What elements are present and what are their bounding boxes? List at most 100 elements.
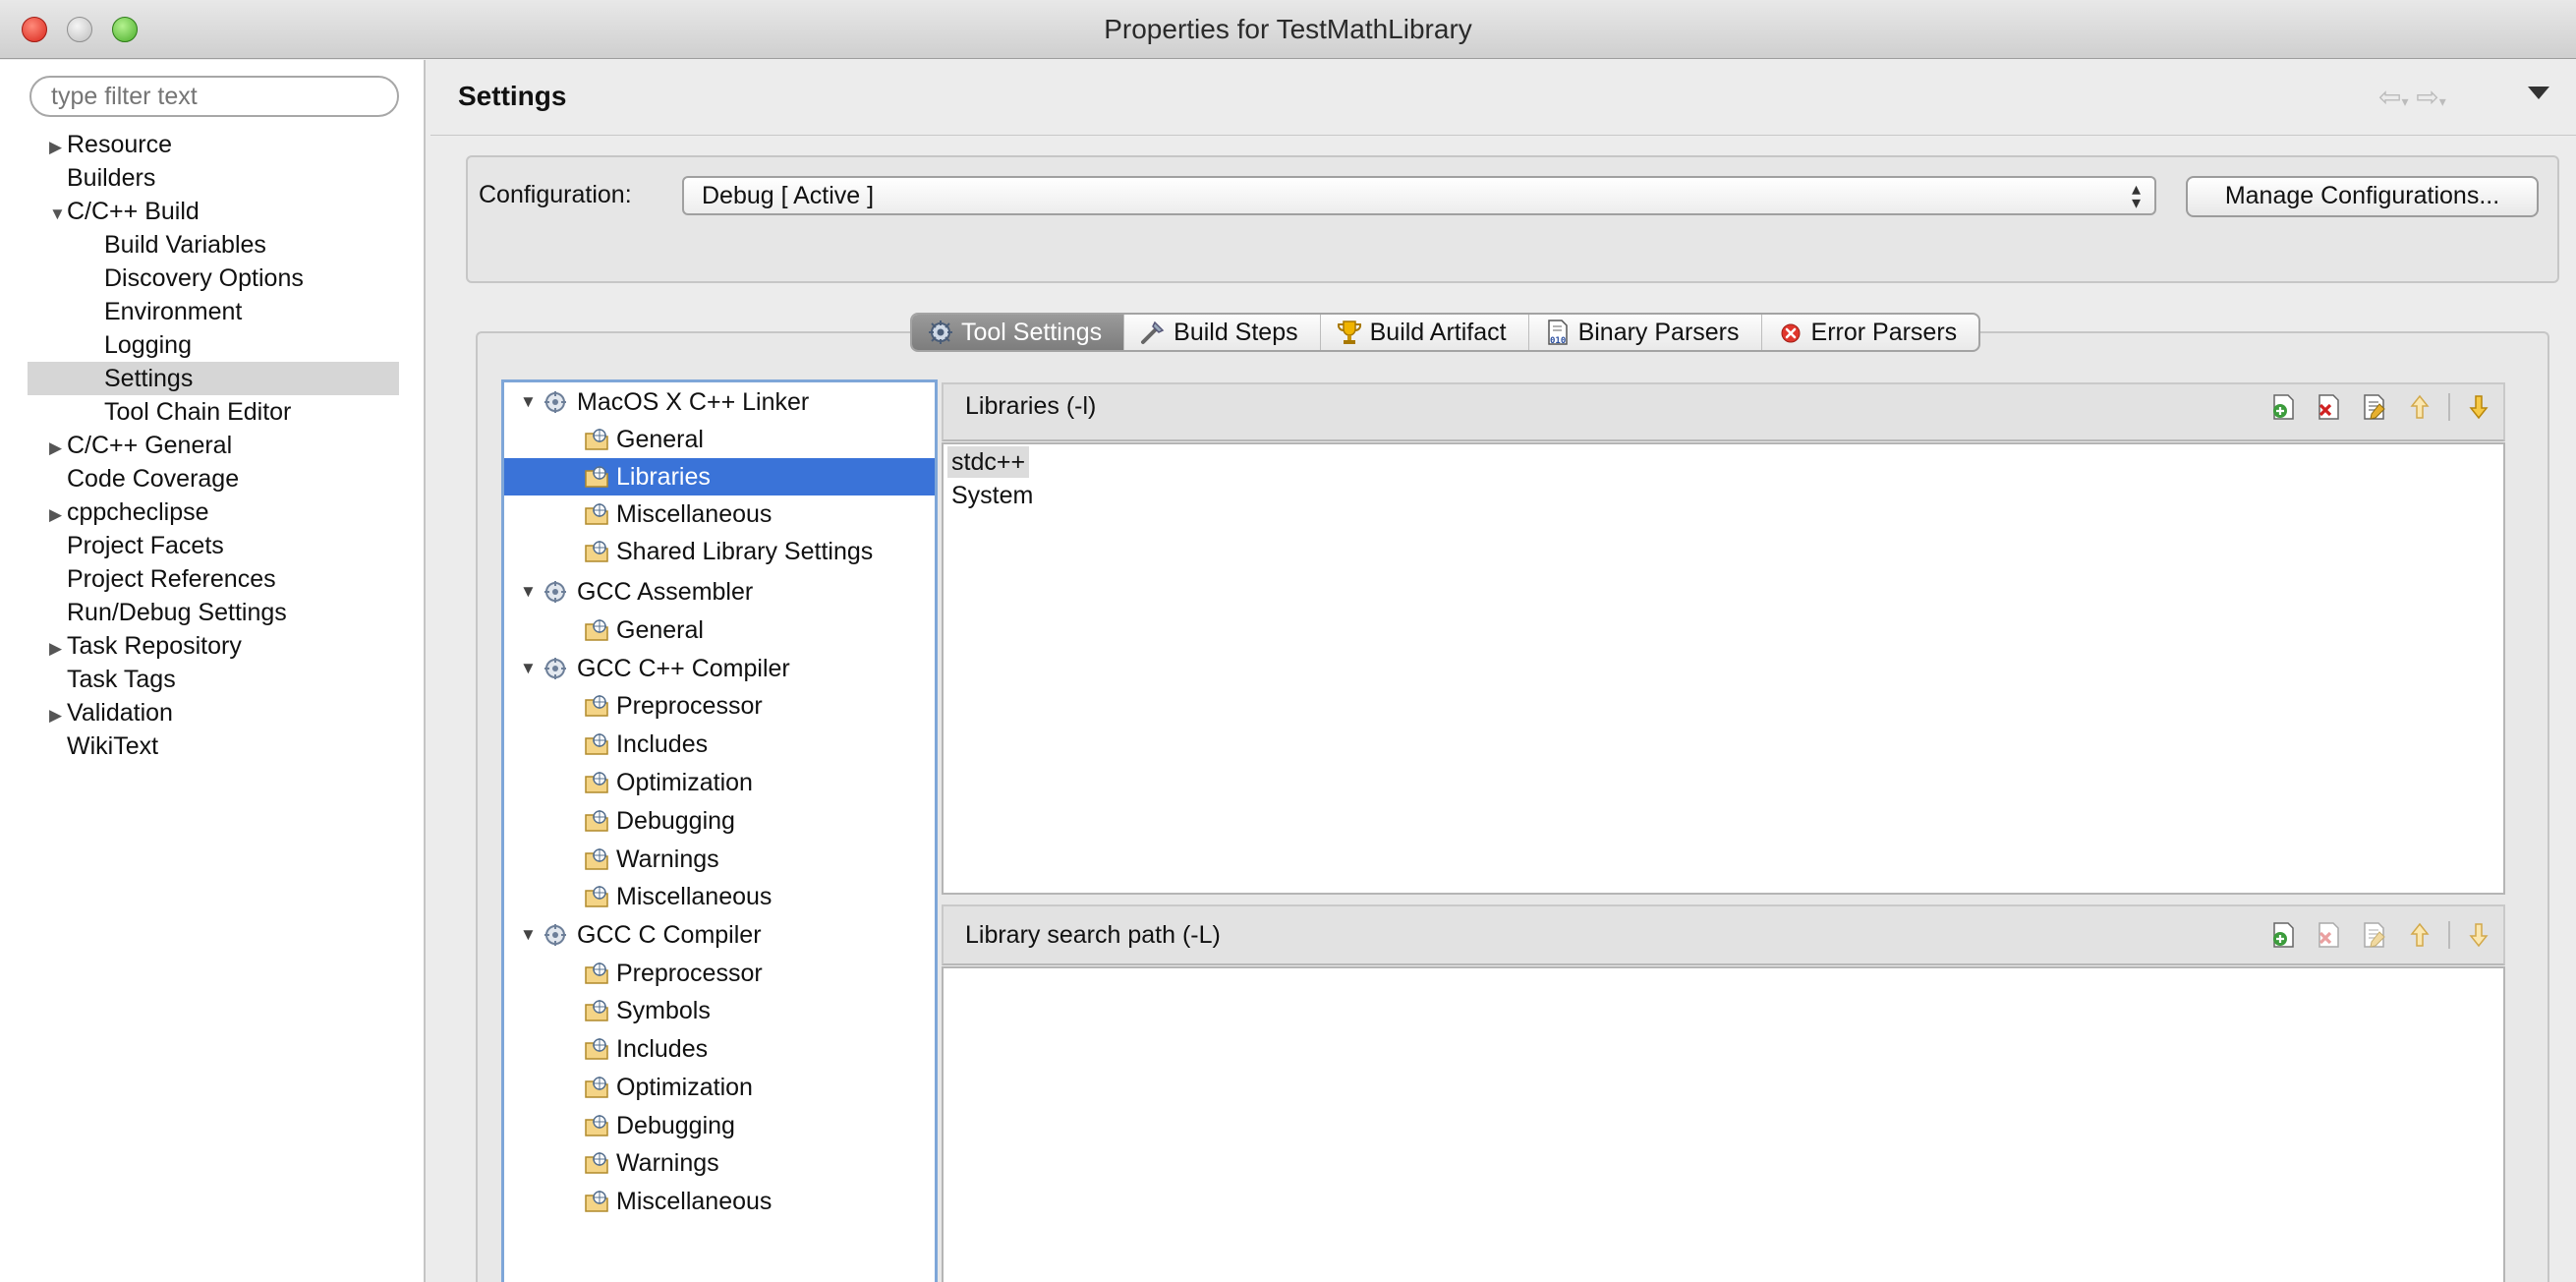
tree-node-assembler-general[interactable]: General [504,612,935,649]
trophy-icon [1335,318,1364,347]
nav-item-builders[interactable]: Builders [67,161,155,195]
expand-arrow-icon[interactable]: ▶ [49,432,67,465]
collapse-arrow-icon[interactable]: ▼ [520,650,537,687]
collapse-arrow-icon[interactable]: ▼ [520,916,537,954]
nav-item-code-coverage[interactable]: Code Coverage [67,462,239,495]
tree-node-macos-linker[interactable]: ▼ MacOS X C++ Linker [504,383,935,421]
nav-item-settings[interactable]: Settings [28,362,399,395]
tree-node-c-symbols[interactable]: Symbols [504,992,935,1029]
option-page-icon [585,733,608,755]
tree-node-gcc-assembler[interactable]: ▼ GCC Assembler [504,573,935,611]
tree-node-cpp-preprocessor[interactable]: Preprocessor [504,687,935,725]
svg-text:010: 010 [1550,336,1566,346]
nav-item-task-repository[interactable]: ▶ Task Repository [49,629,242,663]
delete-icon[interactable] [2313,390,2346,424]
window-title-bar: Properties for TestMathLibrary [0,0,2576,59]
tree-node-cpp-includes[interactable]: Includes [504,726,935,763]
configuration-label: Configuration: [479,181,632,208]
forward-arrow-icon[interactable]: ⇨ [2416,82,2438,112]
tab-binary-parsers[interactable]: 010 Binary Parsers [1529,315,1762,350]
expand-arrow-icon[interactable]: ▶ [49,131,67,164]
configuration-select[interactable]: Debug [ Active ] ▴ ▾ [682,176,2156,215]
edit-icon[interactable] [2358,390,2391,424]
collapse-arrow-icon[interactable]: ▼ [520,383,537,421]
list-item[interactable]: stdc++ [947,446,1030,478]
tab-error-parsers[interactable]: Error Parsers [1762,315,1979,350]
view-menu-icon[interactable] [2528,87,2549,99]
build-steps-icon [1138,318,1168,347]
tab-build-artifact[interactable]: Build Artifact [1321,315,1529,350]
nav-item-cpp-general[interactable]: ▶ C/C++ General [49,429,232,462]
tree-node-cpp-debugging[interactable]: Debugging [504,802,935,840]
nav-item-project-facets[interactable]: Project Facets [67,529,224,562]
tree-node-cpp-miscellaneous[interactable]: Miscellaneous [504,878,935,915]
libraries-header: Libraries (-l) [942,382,2505,441]
tree-node-c-miscellaneous[interactable]: Miscellaneous [504,1183,935,1220]
collapse-arrow-icon[interactable]: ▼ [520,573,537,611]
filter-input[interactable] [29,76,399,117]
tree-node-cpp-warnings[interactable]: Warnings [504,841,935,878]
tree-node-gcc-cpp-compiler[interactable]: ▼ GCC C++ Compiler [504,650,935,687]
option-page-icon [585,1077,608,1098]
nav-item-discovery-options[interactable]: Discovery Options [104,262,304,295]
option-page-icon [585,1000,608,1021]
edit-icon[interactable] [2358,918,2391,952]
tab-tool-settings[interactable]: Tool Settings [912,315,1125,350]
libraries-list[interactable]: stdc++ System [942,442,2505,895]
option-page-icon [585,962,608,984]
option-page-icon [585,1191,608,1212]
nav-item-validation[interactable]: ▶ Validation [49,696,173,729]
option-page-icon [585,429,608,450]
nav-item-logging[interactable]: Logging [104,328,192,362]
list-item[interactable]: System [947,480,1037,511]
collapse-arrow-icon[interactable]: ▼ [49,198,67,231]
option-page-icon [585,503,608,525]
move-up-icon[interactable] [2403,918,2436,952]
add-icon[interactable] [2267,918,2301,952]
tree-node-linker-general[interactable]: General [504,421,935,458]
expand-arrow-icon[interactable]: ▶ [49,498,67,532]
nav-item-build-variables[interactable]: Build Variables [104,228,266,262]
back-menu-chevron-icon[interactable]: ▾ [2401,93,2408,109]
tree-node-cpp-optimization[interactable]: Optimization [504,764,935,801]
tree-node-linker-shared-library-settings[interactable]: Shared Library Settings [504,533,935,570]
nav-item-task-tags[interactable]: Task Tags [67,663,176,696]
delete-icon[interactable] [2313,918,2346,952]
toolbar-separator [2448,393,2450,421]
nav-item-cpp-build[interactable]: ▼C/C++ Build [49,195,200,228]
binary-file-icon: 010 [1543,318,1573,347]
nav-item-cppcheclipse[interactable]: ▶ cppcheclipse [49,495,209,529]
move-down-icon[interactable] [2462,390,2495,424]
tree-node-c-preprocessor[interactable]: Preprocessor [504,955,935,992]
option-page-icon [585,772,608,793]
nav-item-tool-chain-editor[interactable]: Tool Chain Editor [104,395,291,429]
tab-build-steps[interactable]: Build Steps [1124,315,1321,350]
move-down-icon[interactable] [2462,918,2495,952]
expand-arrow-icon[interactable]: ▶ [49,632,67,666]
move-up-icon[interactable] [2403,390,2436,424]
add-icon[interactable] [2267,390,2301,424]
option-page-icon [585,619,608,641]
page-title: Settings [458,81,567,111]
tool-gear-icon [544,391,566,413]
expand-arrow-icon[interactable]: ▶ [49,699,67,732]
tree-node-c-debugging[interactable]: Debugging [504,1107,935,1144]
library-search-path-list[interactable] [942,966,2505,1282]
nav-item-run-debug-settings[interactable]: Run/Debug Settings [67,596,287,629]
nav-item-project-references[interactable]: Project References [67,562,276,596]
tree-node-linker-miscellaneous[interactable]: Miscellaneous [504,495,935,533]
tree-node-c-includes[interactable]: Includes [504,1030,935,1068]
option-page-icon [585,1115,608,1136]
forward-menu-chevron-icon[interactable]: ▾ [2439,93,2446,109]
tree-node-c-optimization[interactable]: Optimization [504,1069,935,1106]
nav-item-environment[interactable]: Environment [104,295,242,328]
tab-bar: Tool Settings Build Steps Build Artifact… [910,313,1981,352]
nav-item-resource[interactable]: ▶ Resource [49,128,172,161]
back-arrow-icon[interactable]: ⇦ [2378,82,2401,112]
manage-configurations-button[interactable]: Manage Configurations... [2186,176,2539,217]
tree-node-gcc-c-compiler[interactable]: ▼ GCC C Compiler [504,916,935,954]
nav-item-wikitext[interactable]: WikiText [67,729,158,763]
header-divider [430,135,2576,136]
tree-node-linker-libraries[interactable]: Libraries [504,458,935,495]
tree-node-c-warnings[interactable]: Warnings [504,1144,935,1182]
